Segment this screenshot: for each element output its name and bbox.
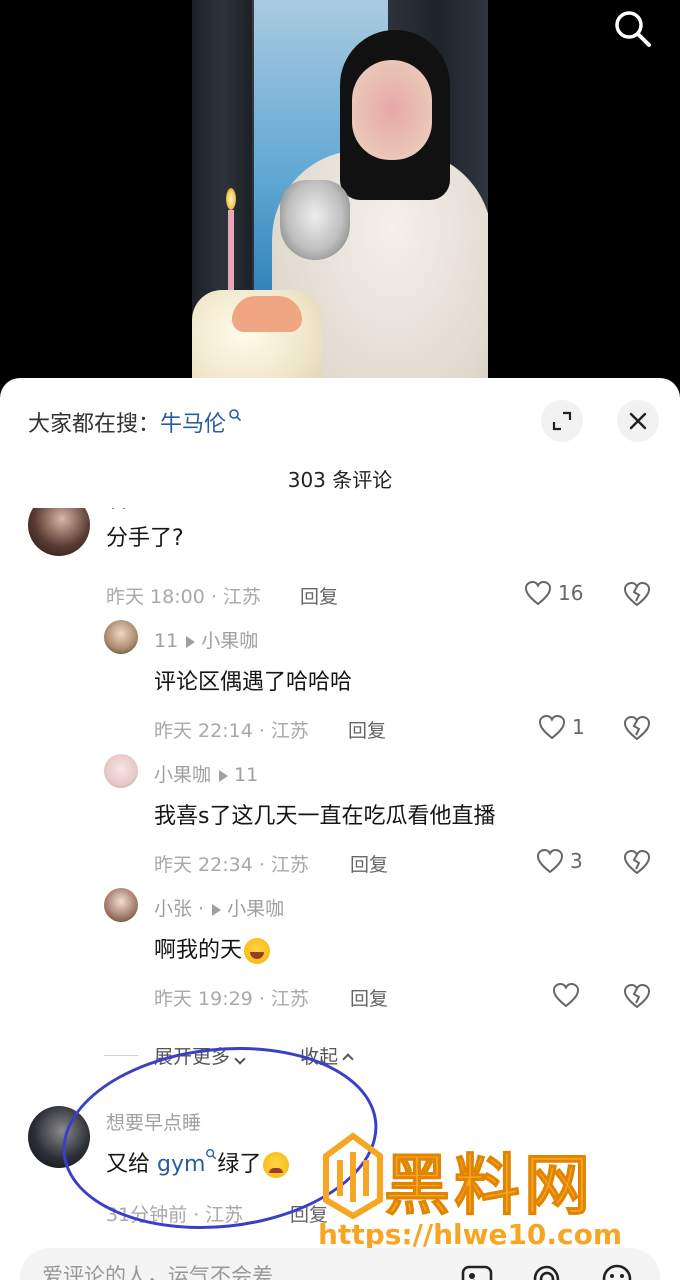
video-player[interactable] [0,0,680,400]
like-button[interactable]: 16 [524,580,583,606]
sheet-header: 大家都在搜：牛马伦 303 条评论 [0,378,680,492]
watermark-url: https://hlwe10.com [318,1218,623,1251]
broken-heart-icon[interactable] [623,848,651,876]
comment-text: 又给 gym 绿了 [106,1146,290,1178]
expand-button[interactable] [541,400,583,442]
hot-search-term[interactable]: 牛马伦 [160,412,226,437]
comment-input-bar [20,1248,660,1280]
reply-button[interactable]: 回复 [350,984,388,1011]
heart-icon [536,848,564,874]
chevron-down-icon [234,1053,246,1065]
crying-emoji [263,1152,290,1178]
comment-meta: 昨天 18:00 · 江苏 [106,586,261,608]
broken-heart-icon[interactable] [623,982,651,1010]
reply-text: 评论区偶遇了哈哈哈 [154,670,353,695]
close-button[interactable] [617,400,659,442]
avatar[interactable] [28,508,90,556]
reply-button[interactable]: 回复 [348,716,386,743]
avatar[interactable] [104,888,138,922]
like-count: 1 [572,715,585,739]
emoji-icon[interactable] [600,1262,634,1280]
search-mini-icon [229,409,242,422]
heart-icon [552,982,580,1008]
expand-icon [552,411,572,431]
reply-meta: 昨天 19:29 · 江苏 [154,988,309,1010]
close-icon [629,412,647,430]
avatar[interactable] [104,620,138,654]
reply-meta: 昨天 22:14 · 江苏 [154,720,309,742]
like-button[interactable]: 3 [536,848,583,874]
divider [104,1055,138,1056]
comment-input[interactable] [42,1264,402,1280]
laugh-cry-emoji [244,938,271,964]
hashtag-link[interactable]: gym [157,1152,205,1177]
video-frame [192,0,488,400]
reply-button[interactable]: 回复 [350,850,388,877]
comment-list[interactable]: 分手了? 昨天 18:00 · 江苏 回复 16 11 小果咖 评论区偶遇了哈哈哈… [0,508,680,1238]
search-icon[interactable] [610,6,654,50]
comment-count: 303 条评论 [287,468,393,492]
watermark-title: 黑料网 [384,1147,594,1225]
heart-icon [524,580,552,606]
at-icon[interactable] [530,1262,564,1280]
broken-heart-icon[interactable] [623,714,651,742]
reply-author[interactable]: 小果咖 11 [154,760,258,787]
avatar[interactable] [28,1106,90,1168]
broken-heart-icon[interactable] [623,580,651,608]
reply-button[interactable]: 回复 [300,582,338,609]
reply-meta: 昨天 22:34 · 江苏 [154,854,309,876]
reply-author[interactable]: 小张 · 小果咖 [154,894,284,921]
watermark: 黑料网 https://hlwe10.com [318,1130,658,1260]
comment-author[interactable]: 想要早点睡 [106,1108,201,1135]
like-button[interactable]: 1 [538,714,585,740]
like-count: 16 [558,581,584,605]
hot-search[interactable]: 大家都在搜：牛马伦 [28,406,242,438]
expand-more-button[interactable]: 展开更多 [154,1042,246,1069]
comment-text: 分手了? [106,526,184,551]
like-button[interactable] [552,982,580,1008]
hot-search-prefix: 大家都在搜： [28,412,161,437]
thread-controls: 展开更多 收起 [104,1042,354,1069]
search-mini-icon [206,1149,217,1160]
emoji-partial [111,508,126,509]
watermark-logo-icon [323,1132,383,1220]
avatar[interactable] [104,754,138,788]
comment-meta: 31分钟前 · 江苏 [106,1204,244,1226]
like-count: 3 [570,849,583,873]
reply-text: 我喜s了这几天一直在吃瓜看他直播 [154,804,496,829]
collapse-button[interactable]: 收起 [300,1042,354,1069]
image-icon[interactable] [460,1262,494,1280]
chevron-up-icon [342,1053,354,1065]
reply-text: 啊我的天 [154,932,271,964]
reply-author[interactable]: 11 小果咖 [154,626,258,653]
heart-icon [538,714,566,740]
